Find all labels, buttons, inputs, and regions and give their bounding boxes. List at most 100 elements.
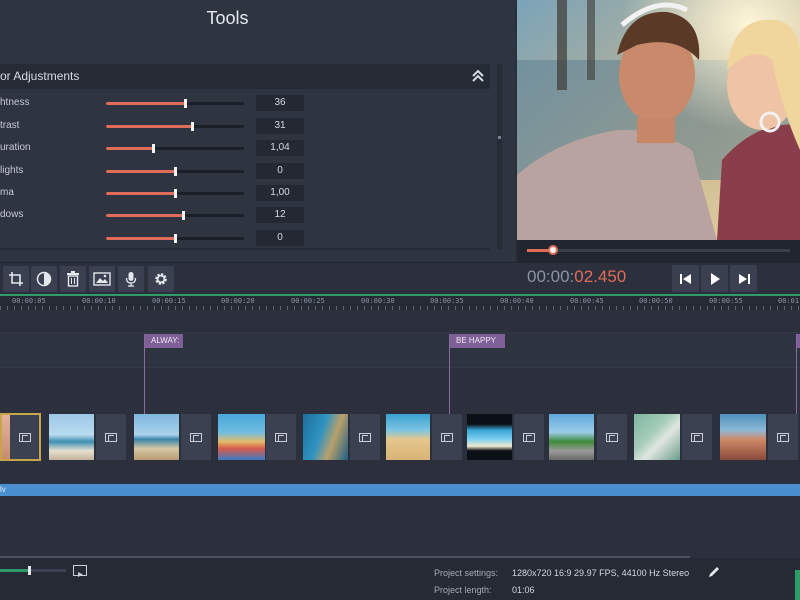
video-clip[interactable] — [720, 414, 766, 460]
transition-icon — [359, 432, 371, 442]
progress-handle[interactable] — [548, 245, 559, 255]
audio-clip[interactable]: lv — [0, 484, 800, 496]
status-bar: Project settings: 1280x720 16:9 29.97 FP… — [0, 558, 800, 600]
play-button[interactable] — [701, 265, 728, 292]
slider-handle[interactable] — [174, 234, 177, 243]
slider-fill — [106, 147, 153, 150]
ruler-tick-label: 00:01 — [778, 297, 800, 305]
title-clip[interactable]: BE HAPPY — [450, 334, 505, 348]
transition-slot[interactable] — [682, 414, 712, 460]
adjustment-row: 0 — [0, 230, 310, 248]
adjustment-value[interactable]: 12 — [256, 207, 304, 223]
ruler-tick-label: 00:00:25 — [291, 297, 325, 305]
adjustment-slider[interactable] — [106, 234, 244, 243]
panel-scrollbar[interactable] — [497, 64, 502, 249]
color-adjustments-title: or Adjustments — [0, 69, 80, 83]
title-track — [0, 332, 800, 368]
video-clip[interactable] — [134, 414, 179, 460]
transition-slot[interactable] — [96, 414, 126, 460]
video-clip[interactable] — [218, 414, 265, 460]
adjustment-value[interactable]: 31 — [256, 118, 304, 134]
transition-slot[interactable] — [768, 414, 798, 460]
adjustment-slider[interactable] — [106, 99, 244, 108]
video-clip[interactable] — [49, 414, 94, 460]
slider-handle[interactable] — [151, 144, 155, 153]
transition-icon — [691, 432, 703, 442]
adjustment-slider[interactable] — [106, 167, 244, 176]
ruler-tick-label: 00:00:20 — [221, 297, 255, 305]
title-clip[interactable]: ALWAY: — [145, 334, 183, 348]
adjustment-row: dows 12 — [0, 207, 310, 225]
adjustment-value[interactable]: 1,00 — [256, 185, 304, 201]
video-clip[interactable] — [303, 414, 348, 460]
scroll-thumb[interactable] — [498, 136, 501, 139]
transition-icon — [441, 432, 453, 442]
adjustment-slider[interactable] — [106, 122, 244, 131]
adjustment-value[interactable]: 1,04 — [256, 140, 304, 156]
zoom-handle[interactable] — [28, 566, 32, 575]
transition-icon — [777, 432, 789, 442]
export-button[interactable] — [795, 570, 800, 600]
adjustment-label: trast — [0, 120, 20, 131]
video-clip[interactable] — [634, 414, 680, 460]
slider-handle[interactable] — [190, 122, 194, 131]
settings-button[interactable] — [148, 266, 174, 292]
crop-button[interactable] — [3, 266, 29, 292]
divider — [0, 248, 490, 250]
timecode-current: 02.450 — [574, 267, 627, 286]
video-clip[interactable] — [467, 414, 512, 460]
slider-handle[interactable] — [174, 189, 177, 198]
transition-icon — [523, 432, 535, 442]
transition-slot[interactable] — [181, 414, 211, 460]
slider-fill — [106, 102, 185, 105]
selected-clip-outline — [0, 413, 41, 461]
project-settings-label: Project settings: — [434, 568, 499, 578]
previous-frame-button[interactable] — [672, 265, 699, 292]
color-adjust-button[interactable] — [31, 266, 57, 292]
transition-slot[interactable] — [432, 414, 462, 460]
tools-title: Tools — [206, 8, 249, 28]
adjustment-label: htness — [0, 97, 30, 108]
record-audio-button[interactable] — [118, 266, 144, 292]
transition-slot[interactable] — [350, 414, 380, 460]
video-editor-window: Tools or Adjustments htness 36 trast 31 … — [0, 0, 800, 600]
editing-toolbar — [0, 262, 517, 294]
fit-timeline-icon[interactable] — [73, 565, 87, 577]
adjustment-value[interactable]: 36 — [256, 95, 304, 111]
color-adjustments-header[interactable]: or Adjustments — [0, 64, 490, 89]
video-clip[interactable] — [386, 414, 430, 460]
video-clip[interactable] — [549, 414, 594, 460]
insert-image-button[interactable] — [89, 266, 115, 292]
transition-slot[interactable] — [266, 414, 296, 460]
delete-button[interactable] — [60, 266, 86, 292]
adjustment-slider[interactable] — [106, 189, 244, 198]
adjustment-value[interactable]: 0 — [256, 163, 304, 179]
slider-handle[interactable] — [174, 167, 177, 176]
playback-progress-bar[interactable] — [517, 240, 800, 262]
progress-track[interactable] — [527, 245, 790, 255]
transition-slot[interactable] — [597, 414, 627, 460]
zoom-slider[interactable] — [0, 566, 66, 575]
transition-slot[interactable] — [514, 414, 544, 460]
adjustment-slider[interactable] — [106, 144, 244, 153]
fit-arrow-icon — [78, 572, 83, 577]
slider-handle[interactable] — [182, 211, 186, 220]
microphone-icon — [125, 272, 137, 287]
audio-clip-label: lv — [0, 485, 6, 494]
video-preview[interactable] — [517, 0, 800, 240]
ruler-tick-label: 00:00:10 — [82, 297, 116, 305]
timecode-display: 00:00:02.450 — [527, 267, 626, 287]
adjustment-slider[interactable] — [106, 211, 244, 220]
tools-panel: Tools or Adjustments htness 36 trast 31 … — [0, 0, 515, 262]
next-frame-button[interactable] — [730, 265, 757, 292]
slider-fill — [106, 125, 192, 128]
timeline-ruler[interactable]: 00:00:05 00:00:10 00:00:15 00:00:20 00:0… — [0, 294, 800, 310]
pencil-icon[interactable] — [708, 566, 720, 578]
ruler-tick-label: 00:00:15 — [152, 297, 186, 305]
slider-handle[interactable] — [183, 99, 187, 108]
slider-fill — [106, 237, 175, 240]
adjustment-value[interactable]: 0 — [256, 230, 304, 246]
ruler-tick-label: 00:00:50 — [639, 297, 673, 305]
slider-fill — [106, 170, 175, 173]
collapse-chevron-icon[interactable] — [470, 67, 486, 85]
